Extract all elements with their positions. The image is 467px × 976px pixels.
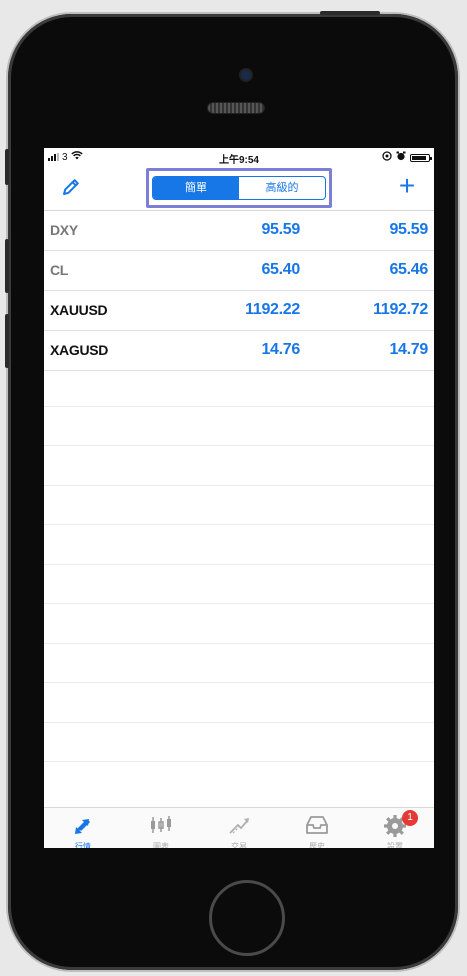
quote-row[interactable]: XAUUSD 1192.22 1192.72 <box>44 291 434 331</box>
view-mode-segmented-control: 簡單 高級的 <box>152 176 326 200</box>
empty-row-divider <box>44 682 434 683</box>
tab-label: 設置 <box>387 842 403 848</box>
quote-ask: 95.59 <box>389 221 428 238</box>
status-bar: 3 上午9:54 <box>44 148 434 166</box>
volume-down-button <box>5 314 9 368</box>
empty-row-divider <box>44 406 434 407</box>
quote-bid: 65.40 <box>261 261 300 278</box>
empty-row-divider <box>44 603 434 604</box>
quote-row[interactable]: DXY 95.59 95.59 <box>44 211 434 251</box>
empty-row-divider <box>44 564 434 565</box>
quote-symbol: XAUUSD <box>50 302 108 318</box>
tab-history[interactable]: 歷史 <box>278 808 356 848</box>
earpiece-speaker <box>207 102 265 114</box>
quote-ask: 65.46 <box>389 261 428 278</box>
quote-bid: 1192.22 <box>245 301 300 318</box>
navigation-bar: 簡單 高級的 + <box>44 166 434 211</box>
add-symbol-button[interactable]: + <box>394 172 420 200</box>
segment-simple[interactable]: 簡單 <box>153 177 239 199</box>
status-time: 上午9:54 <box>218 155 259 166</box>
settings-badge: 1 <box>402 810 418 826</box>
status-right <box>382 151 432 164</box>
empty-row-divider <box>44 524 434 525</box>
mute-switch <box>5 149 9 185</box>
alarm-icon <box>396 151 406 164</box>
tab-chart[interactable]: 圖表 <box>122 808 200 848</box>
chart-icon <box>151 816 171 833</box>
trade-icon <box>229 818 249 834</box>
empty-row-divider <box>44 485 434 486</box>
history-icon <box>306 816 328 834</box>
front-camera <box>241 70 251 80</box>
quote-symbol: DXY <box>50 222 78 238</box>
tab-bar: 行情 圖表 交易 歷史 1 設置 <box>44 807 434 848</box>
tab-label: 圖表 <box>153 842 169 848</box>
quote-symbol: XAGUSD <box>50 342 109 358</box>
segment-advanced[interactable]: 高級的 <box>239 177 325 199</box>
tab-label: 行情 <box>75 842 91 848</box>
empty-row-divider <box>44 445 434 446</box>
tab-settings[interactable]: 1 設置 <box>356 808 434 848</box>
edit-button[interactable] <box>60 176 82 198</box>
quote-ask: 14.79 <box>389 341 428 358</box>
tab-label: 歷史 <box>309 842 325 848</box>
tab-trade[interactable]: 交易 <box>200 808 278 848</box>
quote-row[interactable]: XAGUSD 14.76 14.79 <box>44 331 434 371</box>
home-button[interactable] <box>209 880 285 956</box>
quote-row[interactable]: CL 65.40 65.46 <box>44 251 434 291</box>
orientation-lock-icon <box>382 151 392 164</box>
tab-label: 交易 <box>231 842 247 848</box>
pencil-icon <box>63 179 79 195</box>
app-screen: 3 上午9:54 簡單 高級的 + DXY 95.59 95.59 CL 65.… <box>44 148 434 848</box>
quote-symbol: CL <box>50 262 69 278</box>
empty-row-divider <box>44 643 434 644</box>
volume-up-button <box>5 239 9 293</box>
power-button <box>320 11 380 15</box>
tab-quotes[interactable]: 行情 <box>44 808 122 848</box>
battery-icon <box>410 153 432 162</box>
quote-bid: 14.76 <box>261 341 300 358</box>
empty-row-divider <box>44 722 434 723</box>
quote-ask: 1192.72 <box>373 301 428 318</box>
quote-bid: 95.59 <box>261 221 300 238</box>
quotes-icon <box>75 819 91 834</box>
empty-row-divider <box>44 761 434 762</box>
